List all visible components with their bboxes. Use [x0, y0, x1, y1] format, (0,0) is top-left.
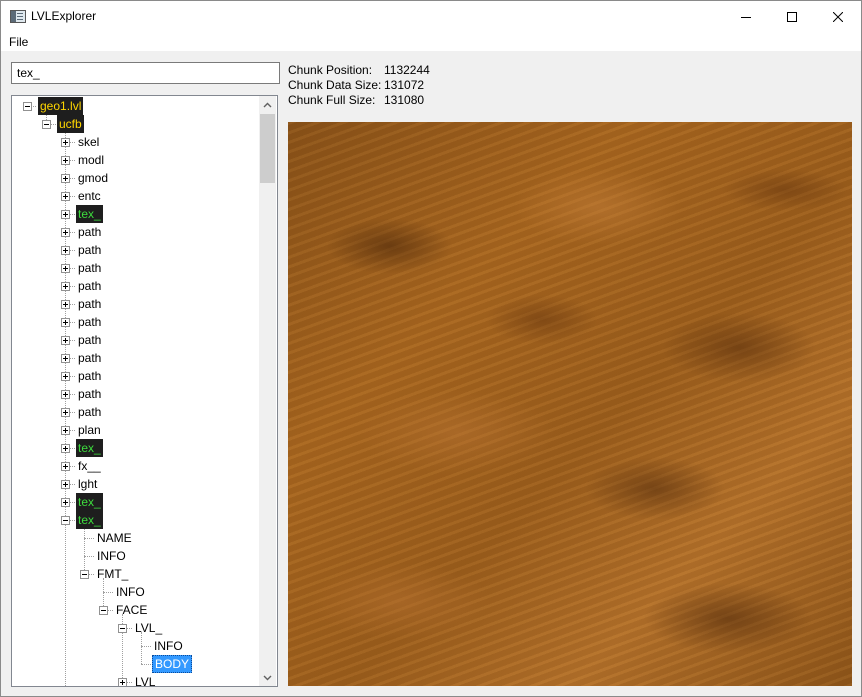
expand-icon[interactable]	[61, 210, 70, 219]
tree-node[interactable]: INFO	[152, 637, 185, 655]
tree-node[interactable]: ucfb	[57, 115, 84, 133]
collapse-icon[interactable]	[80, 570, 89, 579]
tree-scrollbar[interactable]	[259, 96, 276, 686]
tree-node[interactable]: path	[76, 277, 103, 295]
collapse-icon[interactable]	[118, 624, 127, 633]
tree-guide-line	[84, 538, 94, 539]
expand-icon[interactable]	[61, 336, 70, 345]
tree-node[interactable]: INFO	[114, 583, 147, 601]
expand-icon[interactable]	[61, 282, 70, 291]
chunk-position-label: Chunk Position:	[288, 63, 373, 77]
tree-node[interactable]: lght	[76, 475, 99, 493]
scroll-down-button[interactable]	[259, 669, 276, 686]
texture-preview	[288, 122, 852, 686]
tree-node[interactable]: fx__	[76, 457, 103, 475]
tree-node[interactable]: INFO	[95, 547, 128, 565]
tree-guide-line	[84, 524, 85, 574]
expand-icon[interactable]	[61, 156, 70, 165]
tree-node[interactable]: path	[76, 223, 103, 241]
expand-icon[interactable]	[61, 426, 70, 435]
app-icon	[10, 10, 26, 23]
close-icon	[833, 11, 843, 22]
tree-node[interactable]: geo1.lvl	[38, 97, 84, 115]
expand-icon[interactable]	[118, 678, 127, 686]
collapse-icon[interactable]	[42, 120, 51, 129]
expand-icon[interactable]	[61, 480, 70, 489]
tree-node[interactable]: path	[76, 241, 103, 259]
chevron-down-icon	[263, 675, 272, 680]
menu-file[interactable]: File	[9, 35, 28, 49]
expand-icon[interactable]	[61, 462, 70, 471]
expand-icon[interactable]	[61, 408, 70, 417]
expand-icon[interactable]	[61, 390, 70, 399]
maximize-icon	[787, 11, 797, 22]
chevron-up-icon	[263, 102, 272, 107]
tree-node[interactable]: path	[76, 295, 103, 313]
tree-node[interactable]: path	[76, 313, 103, 331]
tree-node[interactable]: tex_	[76, 439, 103, 457]
expand-icon[interactable]	[61, 372, 70, 381]
tree-node[interactable]: path	[76, 385, 103, 403]
chunk-data-size-label: Chunk Data Size:	[288, 78, 382, 92]
tree-node[interactable]: NAME	[95, 529, 134, 547]
tree-guide-line	[141, 664, 151, 665]
tree-node[interactable]: path	[76, 367, 103, 385]
title-bar[interactable]: LVLExplorer	[1, 1, 861, 32]
scroll-up-button[interactable]	[259, 96, 276, 113]
chunk-position-value: 1132244	[384, 63, 430, 77]
tree-node[interactable]: tex_	[76, 205, 103, 223]
expand-icon[interactable]	[61, 174, 70, 183]
tree-node[interactable]: path	[76, 331, 103, 349]
chunk-data-size-value: 131072	[384, 78, 425, 92]
close-button[interactable]	[815, 1, 861, 32]
tree-node[interactable]: entc	[76, 187, 103, 205]
chunk-tree[interactable]: geo1.lvl ucfb skel modl gmod entc tex_ path path…	[11, 95, 278, 687]
tree-node[interactable]: skel	[76, 133, 101, 151]
expand-icon[interactable]	[61, 264, 70, 273]
tree-node[interactable]: LVL_	[133, 619, 164, 637]
tree-guide-line	[84, 556, 94, 557]
tree-guide-line	[65, 524, 66, 686]
expand-icon[interactable]	[61, 246, 70, 255]
menu-bar: File	[1, 32, 861, 51]
tree-guide-line	[141, 646, 151, 647]
tree-node[interactable]: tex_	[76, 493, 103, 511]
collapse-icon[interactable]	[23, 102, 32, 111]
expand-icon[interactable]	[61, 228, 70, 237]
expand-icon[interactable]	[61, 354, 70, 363]
search-input[interactable]	[11, 62, 280, 84]
tree-node[interactable]: modl	[76, 151, 106, 169]
collapse-icon[interactable]	[99, 606, 108, 615]
tree-node[interactable]: path	[76, 259, 103, 277]
tree-node[interactable]: plan	[76, 421, 103, 439]
expand-icon[interactable]	[61, 318, 70, 327]
scroll-thumb[interactable]	[260, 114, 275, 183]
tree-guide-line	[103, 592, 113, 593]
window-title: LVLExplorer	[31, 9, 97, 23]
maximize-button[interactable]	[769, 1, 815, 32]
expand-icon[interactable]	[61, 300, 70, 309]
tree-node[interactable]: path	[76, 403, 103, 421]
tree-content: geo1.lvl ucfb skel modl gmod entc tex_ path path…	[12, 96, 260, 686]
tree-node[interactable]: tex_	[76, 511, 103, 529]
tree-node[interactable]: FMT_	[95, 565, 130, 583]
minimize-icon	[741, 16, 751, 18]
tree-node[interactable]: BODY	[152, 655, 193, 673]
collapse-icon[interactable]	[61, 516, 70, 525]
tree-node[interactable]: LVL_	[133, 673, 164, 686]
chunk-full-size-value: 131080	[384, 93, 425, 107]
tree-node[interactable]: gmod	[76, 169, 110, 187]
expand-icon[interactable]	[61, 444, 70, 453]
chunk-full-size-label: Chunk Full Size:	[288, 93, 376, 107]
tree-node[interactable]: FACE	[114, 601, 149, 619]
app-window: LVLExplorer File geo1.lvlucfbskelmodlgmo…	[0, 0, 862, 697]
expand-icon[interactable]	[61, 138, 70, 147]
expand-icon[interactable]	[61, 192, 70, 201]
minimize-button[interactable]	[723, 1, 769, 32]
expand-icon[interactable]	[61, 498, 70, 507]
tree-node[interactable]: path	[76, 349, 103, 367]
